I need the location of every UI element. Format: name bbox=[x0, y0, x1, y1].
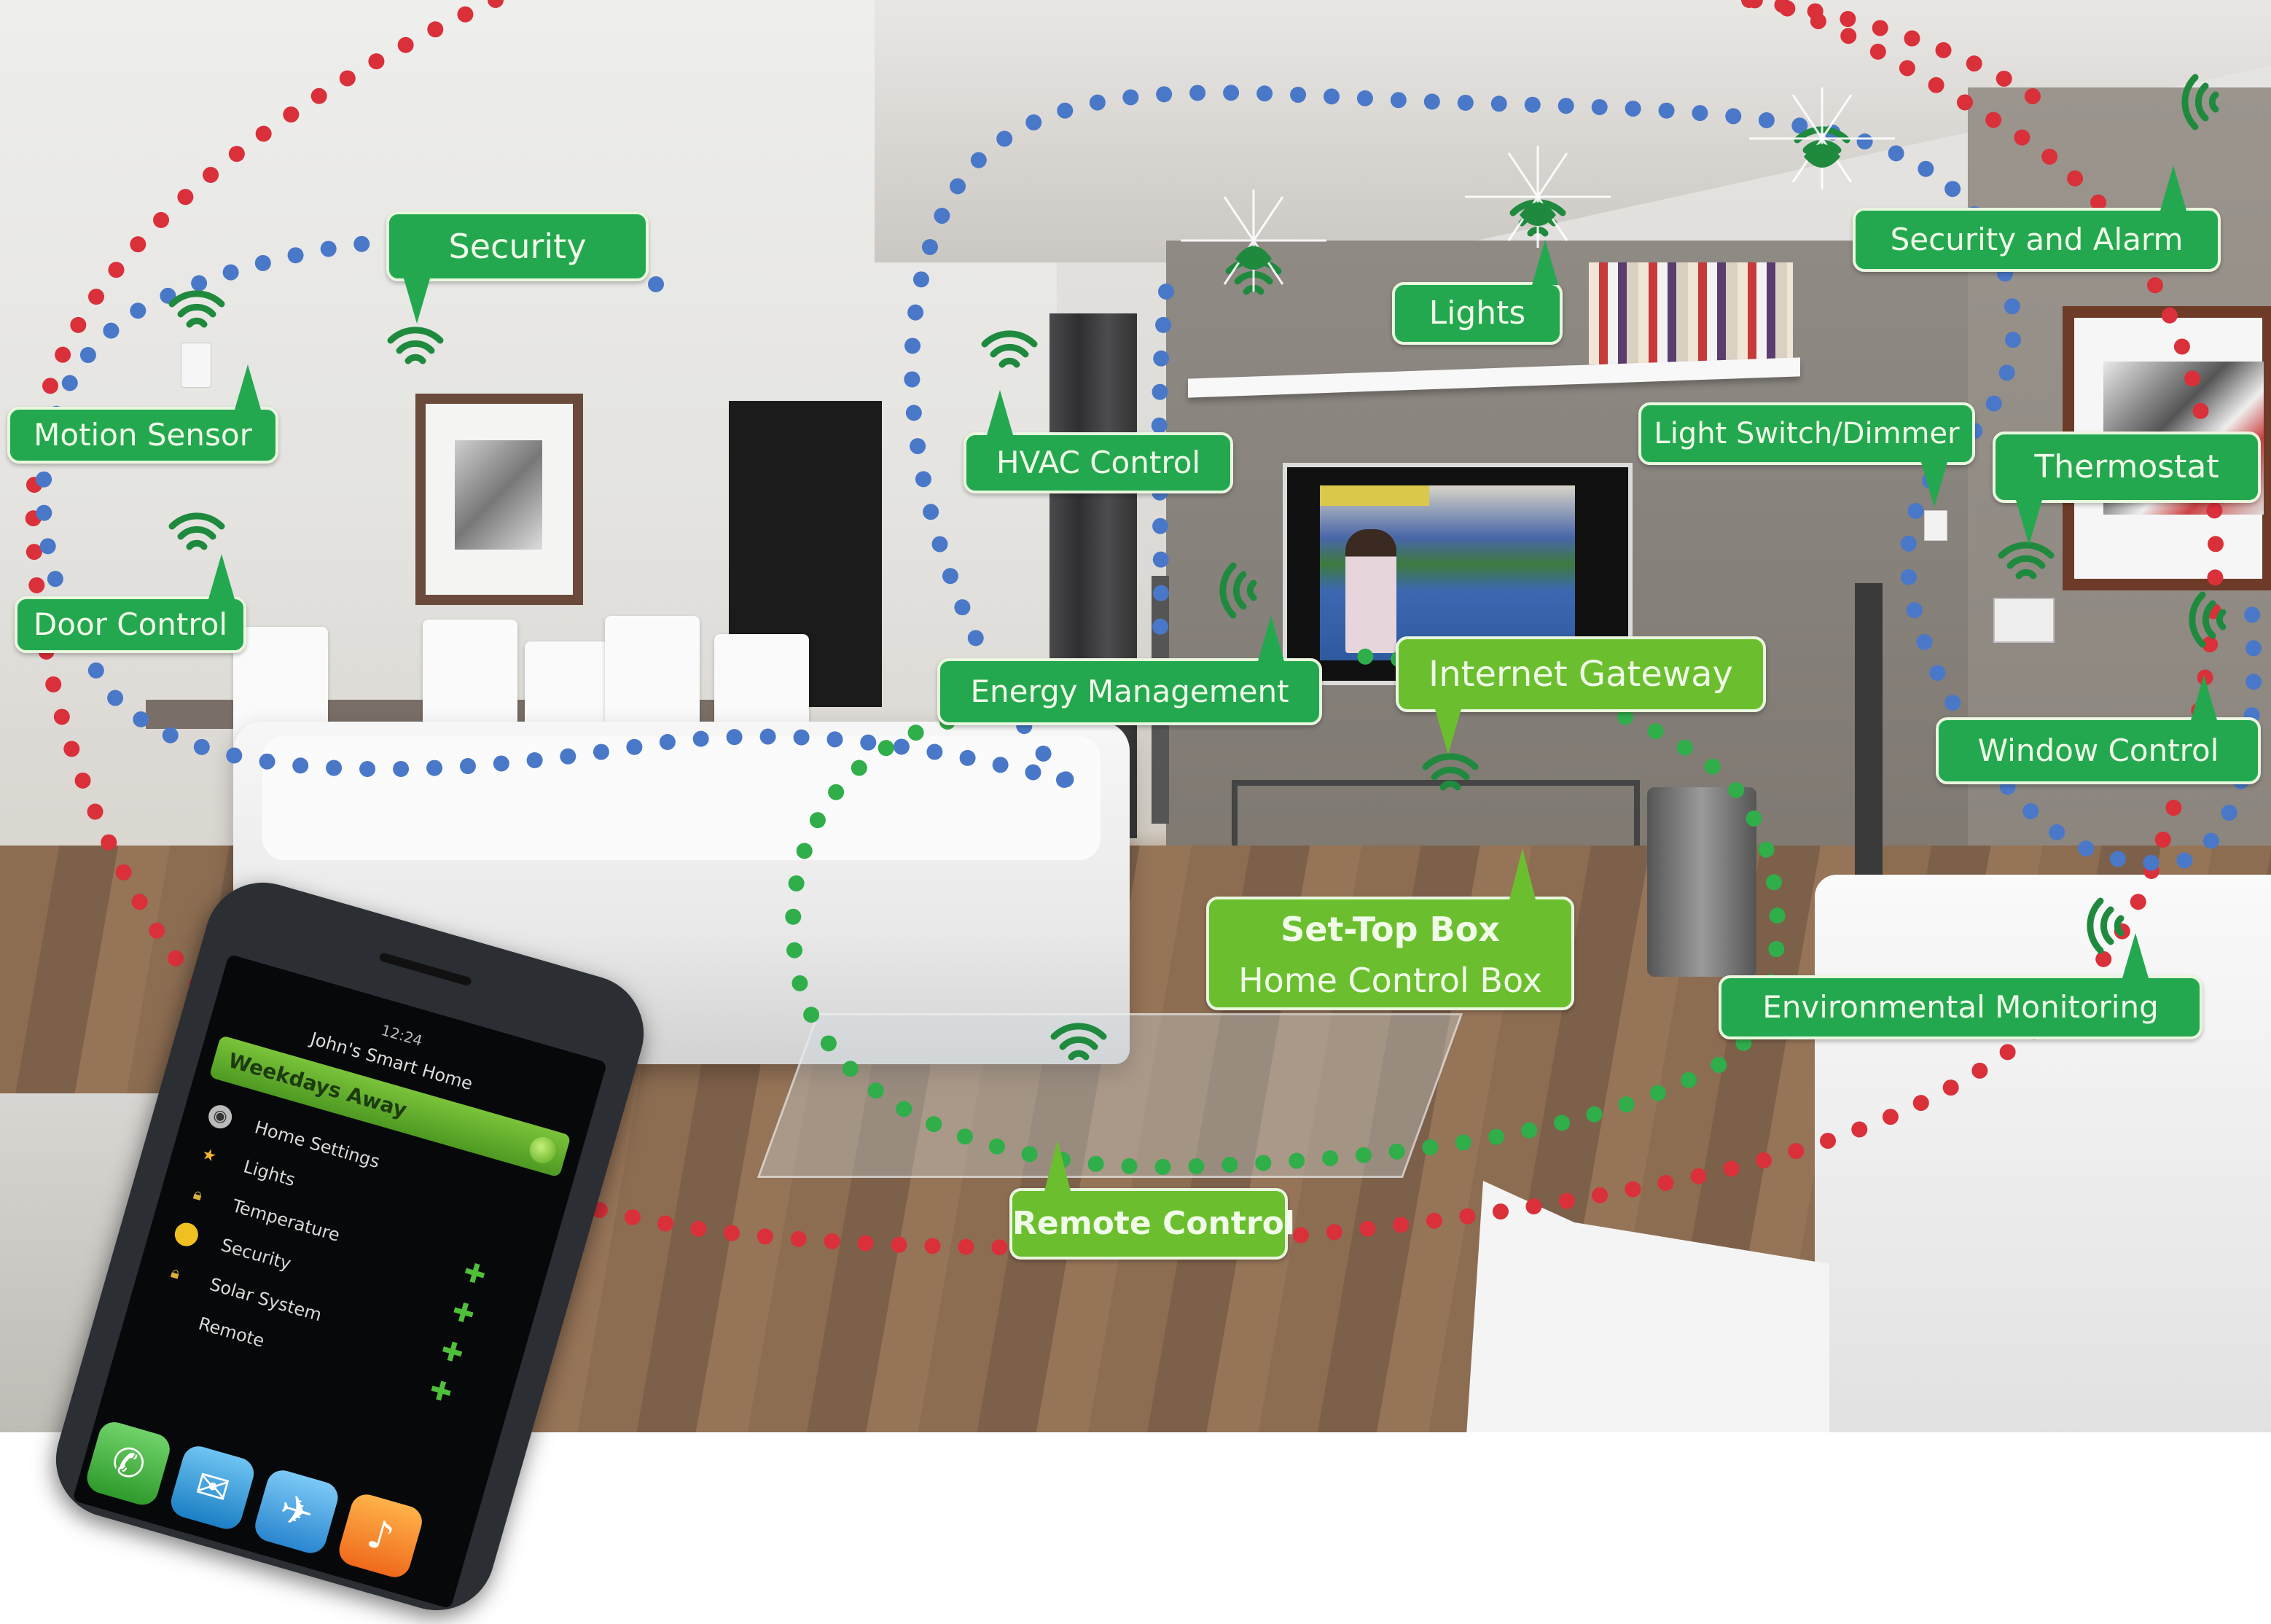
label-text: Lights bbox=[1428, 294, 1526, 332]
wifi-signal-icon bbox=[2186, 590, 2230, 649]
label-motion-sensor[interactable]: Motion Sensor bbox=[7, 364, 278, 464]
phone-app-icon[interactable]: ✆ bbox=[83, 1418, 173, 1509]
label-environmental-monitoring[interactable]: Environmental Monitoring bbox=[1719, 933, 2202, 1039]
safari-app-icon[interactable]: ✈ bbox=[251, 1467, 342, 1557]
blank-icon bbox=[149, 1298, 179, 1327]
label-text: Energy Management bbox=[970, 674, 1289, 709]
light-sparkle-icon bbox=[1181, 190, 1326, 292]
add-icon[interactable]: ✚ bbox=[436, 1330, 468, 1375]
phone-menu-label: Remote bbox=[196, 1313, 267, 1352]
wifi-signal-icon bbox=[2179, 73, 2223, 131]
label-door-control[interactable]: Door Control bbox=[15, 554, 246, 653]
lock-icon: 🔒︎ bbox=[191, 1184, 205, 1205]
wifi-signal-icon bbox=[1997, 539, 2055, 583]
lock-icon: 🔒︎ bbox=[168, 1263, 182, 1284]
thermostat-device bbox=[1993, 598, 2055, 643]
label-text: Motion Sensor bbox=[34, 417, 252, 453]
wifi-signal-icon bbox=[168, 288, 226, 332]
tv-screen bbox=[1320, 485, 1575, 660]
callout-tail bbox=[987, 390, 1013, 435]
label-lights[interactable]: Lights bbox=[1392, 240, 1563, 345]
label-text: Window Control bbox=[1977, 733, 2219, 768]
motion-sensor-device bbox=[181, 343, 211, 388]
callout-tail bbox=[1921, 462, 1947, 507]
label-internet-gateway[interactable]: Internet Gateway bbox=[1396, 636, 1766, 754]
phone-dock: ✆ ✉ ✈ ♪ bbox=[82, 1418, 468, 1600]
callout-tail bbox=[235, 364, 261, 410]
light-sparkle-icon bbox=[1749, 87, 1895, 190]
label-text: Security bbox=[448, 227, 587, 266]
wall-picture-left bbox=[415, 394, 583, 605]
add-icon[interactable]: ✚ bbox=[458, 1252, 490, 1297]
label-text-line2: Home Control Box bbox=[1238, 961, 1542, 1000]
trash-bin bbox=[1647, 787, 1756, 977]
label-text: Remote Control bbox=[1012, 1205, 1295, 1242]
label-thermostat[interactable]: Thermostat bbox=[1993, 432, 2261, 545]
tv-news-banner bbox=[1320, 485, 1429, 506]
callout-tail bbox=[2160, 165, 2186, 211]
label-text: Environmental Monitoring bbox=[1762, 989, 2159, 1025]
phone-status-time: 12:24 bbox=[379, 1020, 425, 1050]
mail-app-icon[interactable]: ✉ bbox=[167, 1443, 258, 1533]
callout-tail bbox=[404, 278, 430, 324]
wifi-signal-icon bbox=[1049, 1020, 1108, 1064]
wifi-signal-icon bbox=[2084, 897, 2128, 955]
sun-icon bbox=[172, 1219, 201, 1249]
label-text-line1: Set-Top Box bbox=[1281, 910, 1500, 949]
callout-tail bbox=[2191, 675, 2217, 720]
label-security-and-alarm[interactable]: Security and Alarm bbox=[1853, 165, 2221, 272]
phone-menu-label: Lights bbox=[241, 1156, 298, 1191]
label-remote-control[interactable]: Remote Control bbox=[1009, 1140, 1295, 1260]
callout-tail bbox=[2122, 933, 2149, 978]
wifi-signal-icon bbox=[1421, 751, 1480, 795]
right-sofa bbox=[1815, 875, 2271, 1432]
label-text: Security and Alarm bbox=[1890, 222, 2184, 257]
wifi-signal-icon bbox=[980, 328, 1039, 372]
label-light-switch-dimmer[interactable]: Light Switch/Dimmer bbox=[1638, 402, 1975, 507]
callout-tail bbox=[1509, 848, 1536, 899]
light-switch-device bbox=[1924, 510, 1947, 541]
wifi-signal-icon bbox=[386, 324, 445, 368]
glass-coffee-table bbox=[757, 1013, 1463, 1178]
wifi-signal-icon bbox=[168, 510, 226, 554]
add-icon[interactable]: ✚ bbox=[424, 1370, 456, 1415]
music-app-icon[interactable]: ♪ bbox=[335, 1491, 426, 1581]
toggle-on-icon bbox=[526, 1133, 559, 1167]
label-text: Internet Gateway bbox=[1428, 654, 1733, 695]
label-security[interactable]: Security bbox=[386, 211, 649, 324]
tv-presenter bbox=[1345, 529, 1396, 653]
callout-tail bbox=[2016, 500, 2042, 545]
bookshelf-books bbox=[1589, 262, 1793, 364]
label-hvac-control[interactable]: HVAC Control bbox=[963, 390, 1233, 493]
add-icon[interactable]: ✚ bbox=[447, 1291, 479, 1336]
callout-tail bbox=[1044, 1140, 1071, 1191]
camera-icon: ◉ bbox=[206, 1102, 235, 1131]
callout-tail bbox=[1532, 240, 1558, 285]
label-text: Thermostat bbox=[2034, 448, 2219, 485]
label-text: Door Control bbox=[33, 606, 228, 642]
callout-tail bbox=[1435, 709, 1461, 754]
callout-tail bbox=[1258, 616, 1284, 661]
label-text: HVAC Control bbox=[996, 445, 1201, 480]
wifi-signal-icon bbox=[1217, 561, 1261, 620]
label-window-control[interactable]: Window Control bbox=[1936, 675, 2261, 784]
light-sparkle-icon bbox=[1465, 146, 1611, 248]
callout-tail bbox=[208, 554, 235, 599]
label-set-top-box[interactable]: Set-Top Box Home Control Box bbox=[1206, 848, 1574, 1010]
label-energy-management[interactable]: Energy Management bbox=[937, 616, 1322, 725]
star-icon: ★ bbox=[199, 1144, 219, 1167]
label-text: Light Switch/Dimmer bbox=[1654, 417, 1960, 450]
phone-speaker bbox=[378, 952, 472, 987]
